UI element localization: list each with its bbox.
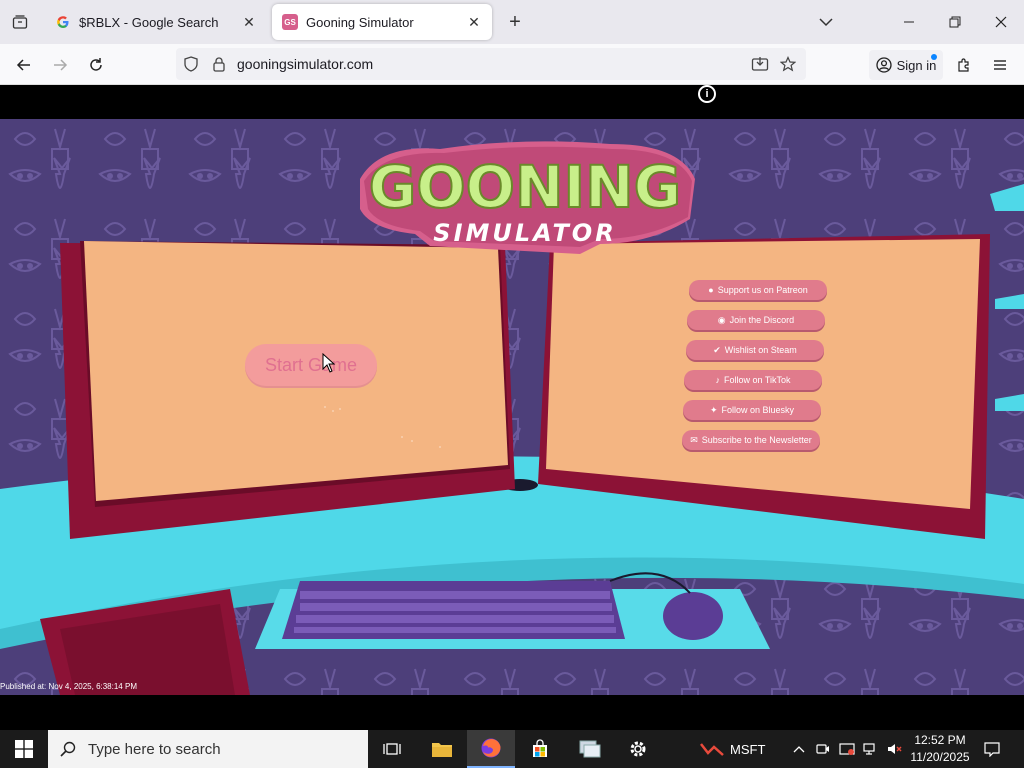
restore-icon[interactable] bbox=[932, 0, 978, 44]
navigation-bar: gooningsimulator.com Sign in bbox=[0, 44, 1024, 85]
bluesky-link-button[interactable]: ✦ Follow on Bluesky bbox=[683, 400, 821, 420]
chevron-up-icon[interactable] bbox=[787, 730, 811, 768]
volume-muted-icon[interactable] bbox=[883, 730, 907, 768]
settings-gear-icon[interactable] bbox=[614, 730, 662, 768]
stock-down-icon bbox=[700, 743, 724, 756]
url-text: gooningsimulator.com bbox=[237, 56, 374, 72]
menu-icon[interactable] bbox=[987, 52, 1013, 78]
newsletter-icon: ✉ bbox=[690, 434, 698, 445]
stock-label: MSFT bbox=[730, 741, 766, 757]
gs-favicon-icon: GS bbox=[282, 14, 298, 30]
shield-icon[interactable] bbox=[181, 54, 201, 74]
close-tab-icon[interactable]: ✕ bbox=[466, 14, 482, 30]
start-game-button[interactable]: Start Game bbox=[245, 344, 377, 386]
extensions-icon[interactable] bbox=[951, 52, 977, 78]
tab-title: Gooning Simulator bbox=[306, 14, 414, 30]
file-explorer-icon[interactable] bbox=[418, 730, 466, 768]
tab-strip: $RBLX - Google Search ✕ GS Gooning Simul… bbox=[0, 0, 1024, 44]
patreon-icon: ● bbox=[708, 285, 714, 295]
newsletter-link-button[interactable]: ✉ Subscribe to the Newsletter bbox=[682, 430, 820, 450]
chevron-down-icon[interactable] bbox=[814, 10, 838, 34]
steam-link-button[interactable]: ✔ Wishlist on Steam bbox=[686, 340, 824, 360]
remote-desktop-icon[interactable] bbox=[566, 730, 614, 768]
info-icon[interactable]: i bbox=[698, 85, 716, 103]
task-view-icon[interactable] bbox=[368, 730, 416, 768]
steam-icon: ✔ bbox=[713, 344, 721, 355]
minimize-icon[interactable] bbox=[886, 0, 932, 44]
patreon-link-button[interactable]: ● Support us on Patreon bbox=[689, 280, 827, 300]
security-icon[interactable] bbox=[835, 730, 859, 768]
forward-arrow-icon[interactable] bbox=[47, 52, 73, 78]
game-scene: GOONING SIMULATOR Start Game ● Support u… bbox=[0, 119, 1024, 695]
firefox-icon[interactable] bbox=[467, 730, 515, 768]
bluesky-icon: ✦ bbox=[709, 404, 718, 415]
tab-google-search[interactable]: $RBLX - Google Search ✕ bbox=[45, 4, 267, 40]
sign-in-label: Sign in bbox=[896, 57, 937, 73]
address-bar[interactable]: gooningsimulator.com bbox=[176, 48, 806, 80]
page-content: GOONING SIMULATOR Start Game ● Support u… bbox=[0, 85, 1024, 695]
install-app-icon[interactable] bbox=[750, 54, 770, 74]
tab-list-icon[interactable] bbox=[8, 10, 32, 34]
link-label: Join the Discord bbox=[729, 315, 795, 325]
published-timestamp: Published at: Nov 4, 2025, 6:38:14 PM bbox=[0, 682, 137, 691]
network-icon[interactable] bbox=[859, 730, 883, 768]
microsoft-store-icon[interactable] bbox=[516, 730, 564, 768]
link-label: Support us on Patreon bbox=[717, 285, 808, 295]
lock-icon[interactable] bbox=[209, 54, 229, 74]
close-window-icon[interactable] bbox=[978, 0, 1024, 44]
logo-line2: SIMULATOR bbox=[433, 219, 616, 247]
google-icon bbox=[55, 14, 71, 30]
notification-dot bbox=[931, 54, 937, 60]
tiktok-icon: ♪ bbox=[715, 375, 720, 385]
browser-window: $RBLX - Google Search ✕ GS Gooning Simul… bbox=[0, 0, 1024, 730]
link-label: Follow on Bluesky bbox=[721, 405, 795, 415]
system-clock[interactable]: 12:52 PM 11/20/2025 bbox=[910, 732, 970, 766]
new-tab-icon[interactable]: + bbox=[503, 10, 527, 34]
logo-line1: GOONING bbox=[369, 153, 682, 221]
clock-time: 12:52 PM bbox=[914, 733, 966, 747]
link-label: Wishlist on Steam bbox=[724, 345, 797, 355]
link-label: Subscribe to the Newsletter bbox=[701, 435, 812, 445]
meet-now-icon[interactable] bbox=[811, 730, 835, 768]
tiktok-link-button[interactable]: ♪ Follow on TikTok bbox=[684, 370, 822, 390]
account-icon bbox=[875, 57, 892, 73]
bookmark-star-icon[interactable] bbox=[778, 54, 798, 74]
search-icon bbox=[60, 741, 76, 757]
link-label: Follow on TikTok bbox=[723, 375, 791, 385]
stock-widget[interactable]: MSFT bbox=[700, 730, 765, 768]
tab-gooning-simulator[interactable]: GS Gooning Simulator ✕ bbox=[272, 4, 492, 40]
back-arrow-icon[interactable] bbox=[11, 52, 37, 78]
sign-in-button[interactable]: Sign in bbox=[869, 50, 943, 80]
discord-icon: ◉ bbox=[717, 314, 726, 325]
reload-icon[interactable] bbox=[83, 52, 109, 78]
search-placeholder: Type here to search bbox=[88, 740, 221, 758]
windows-start-icon[interactable] bbox=[0, 730, 48, 768]
close-tab-icon[interactable]: ✕ bbox=[241, 14, 257, 30]
windows-taskbar: Type here to search MSFT 12:52 PM 11/20/… bbox=[0, 730, 1024, 768]
mouse-cursor-icon bbox=[322, 353, 336, 373]
tab-title: $RBLX - Google Search bbox=[79, 14, 219, 30]
discord-link-button[interactable]: ◉ Join the Discord bbox=[687, 310, 825, 330]
taskbar-search-box[interactable]: Type here to search bbox=[48, 730, 368, 768]
clock-date: 11/20/2025 bbox=[910, 750, 970, 764]
gooning-simulator-logo: GOONING SIMULATOR bbox=[360, 141, 695, 254]
notification-center-icon[interactable] bbox=[980, 730, 1004, 768]
